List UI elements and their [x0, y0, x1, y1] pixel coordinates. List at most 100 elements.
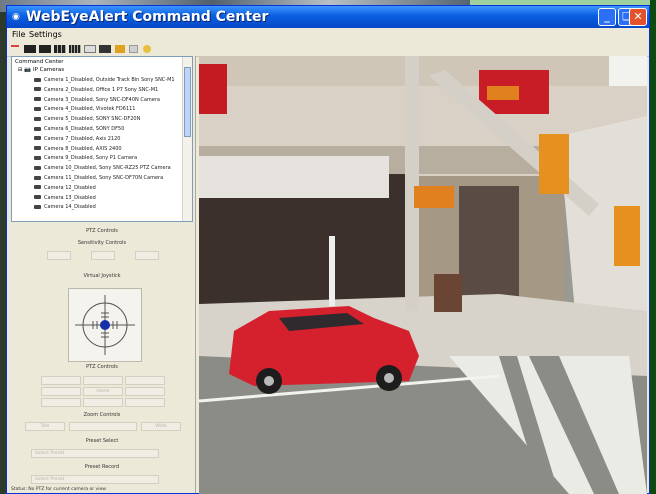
- tree-group-label: IP Cameras: [32, 67, 65, 73]
- ptz-controls-title-2: PTZ Controls: [86, 364, 118, 370]
- menu-bar: File Settings: [7, 28, 649, 42]
- ptz-controls-title: PTZ Controls: [86, 228, 118, 234]
- camera-icon: [34, 87, 41, 92]
- control-panel: Command Center ⊟ 📷 IP Cameras Camera 1_D…: [11, 56, 196, 493]
- zoom-tele-button[interactable]: Tele: [25, 422, 65, 431]
- camera-list-item[interactable]: Camera 13_Disabled: [34, 195, 96, 203]
- minimize-button[interactable]: _: [598, 8, 616, 26]
- zoom-slider[interactable]: [69, 422, 137, 431]
- ptz-down-button[interactable]: [83, 398, 123, 407]
- sensitivity-mid-button[interactable]: [91, 251, 115, 260]
- ptz-right-button[interactable]: [125, 387, 165, 396]
- camera-label: Camera 10_Disabled, Sony SNC-RZ25 PTZ Ca…: [44, 165, 171, 172]
- window-title: WebEyeAlert Command Center: [26, 9, 269, 25]
- preset-record-title: Preset Record: [84, 464, 120, 470]
- zoom-wide-button[interactable]: Wide: [141, 422, 181, 431]
- layout-3x3-icon[interactable]: [54, 45, 66, 53]
- camera-label: Camera 12_Disabled: [44, 184, 96, 191]
- virtual-joystick[interactable]: [68, 288, 142, 362]
- camera-label: Camera 8_Disabled, AXIS 2400: [44, 145, 122, 152]
- ptz-home-button[interactable]: Home: [83, 387, 123, 396]
- minimize-icon: _: [604, 10, 610, 23]
- virtual-joystick-title: Virtual Joystick: [83, 273, 121, 279]
- sensitivity-controls-title: Sensitivity Controls: [77, 240, 127, 246]
- crosshair-icon: [75, 295, 135, 355]
- camera-list-item[interactable]: Camera 14_Disabled: [34, 204, 96, 212]
- camera-icon: [34, 175, 41, 180]
- camera-list-item[interactable]: Camera 10_Disabled, Sony SNC-RZ25 PTZ Ca…: [34, 165, 171, 173]
- settings-icon[interactable]: [129, 45, 138, 53]
- sensitivity-high-button[interactable]: [135, 251, 159, 260]
- layout-2x1-icon[interactable]: [24, 45, 36, 53]
- app-window: ◉ WebEyeAlert Command Center _ ❏ ✕ File …: [6, 5, 650, 494]
- layout-toolbar: [7, 42, 649, 57]
- tree-scrollbar[interactable]: [182, 57, 192, 221]
- camera-icon: [34, 136, 41, 141]
- camera-label: Camera 7_Disabled, Axis 2120: [44, 135, 121, 142]
- camera-list-item[interactable]: Camera 12_Disabled: [34, 185, 96, 193]
- camera-view[interactable]: [199, 56, 647, 494]
- camera-label: Camera 4_Disabled, Vivotek FD6111: [44, 106, 136, 113]
- layout-wide-icon[interactable]: [99, 45, 111, 53]
- ptz-left-button[interactable]: [41, 387, 81, 396]
- ptz-up-button[interactable]: [83, 376, 123, 385]
- record-icon[interactable]: [115, 45, 125, 53]
- camera-list-item[interactable]: Camera 2_Disabled, Office 1 P7 Sony SNC-…: [34, 87, 158, 95]
- camera-feed-image: [199, 56, 647, 494]
- camera-list-item[interactable]: Camera 7_Disabled, Axis 2120: [34, 136, 120, 144]
- menu-file[interactable]: File: [12, 30, 25, 39]
- camera-icon: [34, 146, 41, 151]
- tree-root-label[interactable]: Command Center: [15, 59, 64, 65]
- camera-list-item[interactable]: Camera 1_Disabled, Outside Track Bin Son…: [34, 77, 175, 85]
- sensitivity-low-button[interactable]: [47, 251, 71, 260]
- camera-list-item[interactable]: Camera 9_Disabled, Sony P1 Camera: [34, 155, 137, 163]
- camera-label: Camera 11_Disabled, Sony SNC-DF70N Camer…: [44, 175, 164, 181]
- camera-list-item[interactable]: Camera 4_Disabled, Vivotek FD6111: [34, 106, 135, 114]
- camera-list-item[interactable]: Camera 3_Disabled, Sony SNC-DF40N Camera: [34, 97, 160, 105]
- camera-list-item[interactable]: Camera 11_Disabled, Sony SNC-DF70N Camer…: [34, 175, 163, 183]
- ptz-down-right-button[interactable]: [125, 398, 165, 407]
- menu-settings[interactable]: Settings: [29, 30, 62, 39]
- layout-single-icon[interactable]: [11, 45, 19, 53]
- collapse-icon: ⊟ 📷: [18, 67, 33, 73]
- tree-group-ip-cameras[interactable]: ⊟ 📷 IP Cameras: [18, 67, 64, 73]
- camera-label: Camera 3_Disabled, Sony SNC-DF40N Camera: [44, 96, 160, 103]
- camera-icon: [34, 116, 41, 121]
- close-button[interactable]: ✕: [629, 8, 647, 26]
- desktop-edge: [650, 0, 656, 494]
- preset-select-title: Preset Select: [85, 438, 119, 444]
- app-icon: ◉: [12, 12, 20, 22]
- camera-icon: [34, 204, 41, 209]
- camera-label: Camera 2_Disabled, Office 1 P7 Sony SNC-…: [44, 86, 159, 93]
- layout-2x2-icon[interactable]: [39, 45, 51, 53]
- camera-label: Camera 14_Disabled: [44, 204, 96, 211]
- camera-icon: [34, 97, 41, 102]
- camera-tree[interactable]: Command Center ⊟ 📷 IP Cameras Camera 1_D…: [11, 56, 193, 222]
- status-bar: Status: No PTZ for current camera or vie…: [11, 487, 106, 492]
- camera-icon: [34, 106, 41, 111]
- camera-icon: [34, 77, 41, 82]
- camera-icon: [34, 165, 41, 170]
- preset-select-dropdown[interactable]: Select Preset: [31, 449, 159, 458]
- preset-record-dropdown[interactable]: Select Preset: [31, 475, 159, 484]
- camera-label: Camera 13_Disabled: [44, 194, 96, 201]
- camera-label: Camera 6_Disabled, SONY DF50: [44, 126, 125, 132]
- camera-label: Camera 5_Disabled, SONY SNC-DF20N: [44, 116, 141, 123]
- camera-icon: [34, 155, 41, 160]
- camera-list-item[interactable]: Camera 5_Disabled, SONY SNC-DF20N: [34, 116, 140, 124]
- camera-list-item[interactable]: Camera 8_Disabled, AXIS 2400: [34, 146, 122, 154]
- camera-label: Camera 9_Disabled, Sony P1 Camera: [44, 155, 138, 162]
- alert-icon[interactable]: [143, 45, 151, 53]
- ptz-down-left-button[interactable]: [41, 398, 81, 407]
- layout-custom-icon[interactable]: [84, 45, 96, 53]
- close-icon: ✕: [633, 10, 643, 23]
- layout-4x4-icon[interactable]: [69, 45, 81, 53]
- camera-list-item[interactable]: Camera 6_Disabled, SONY DF50: [34, 126, 124, 134]
- title-bar[interactable]: ◉ WebEyeAlert Command Center _ ❏ ✕: [7, 6, 649, 28]
- camera-label: Camera 1_Disabled, Outside Track Bin Son…: [44, 77, 175, 83]
- ptz-up-right-button[interactable]: [125, 376, 165, 385]
- ptz-up-left-button[interactable]: [41, 376, 81, 385]
- camera-icon: [34, 195, 41, 200]
- camera-icon: [34, 185, 41, 190]
- tree-scroll-thumb[interactable]: [184, 67, 191, 137]
